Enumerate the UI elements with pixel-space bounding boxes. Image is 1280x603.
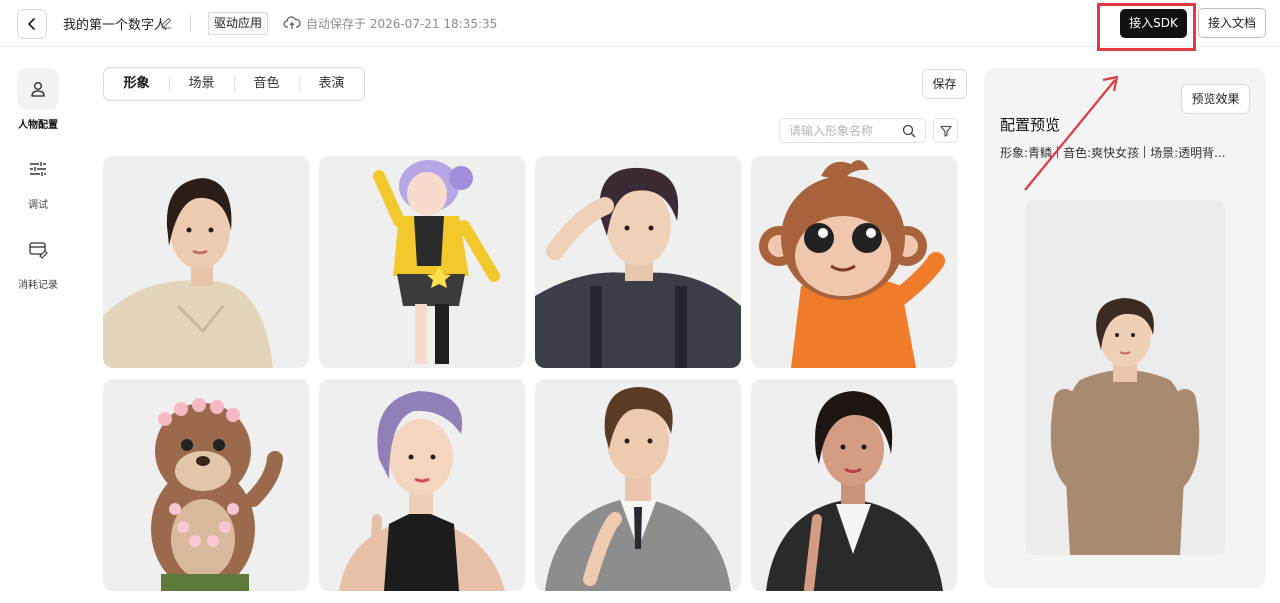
avatar-woman-blazer-image <box>766 391 943 591</box>
sidebar-item-debug[interactable]: 调试 <box>0 148 76 211</box>
connect-sdk-button[interactable]: 接入SDK <box>1120 9 1187 38</box>
appearance-label: 形象: <box>1000 146 1029 160</box>
avatar-woman-image <box>103 178 273 368</box>
autosave-status: 自动保存于 2026-07-21 18:35:35 <box>306 17 498 31</box>
scene-label: 场景: <box>1150 146 1179 160</box>
preview-stage <box>1025 200 1225 555</box>
avatar-card[interactable] <box>319 156 525 368</box>
sidebar-icon-wrap <box>17 68 59 110</box>
back-button[interactable] <box>17 9 47 39</box>
preview-title: 配置预览 <box>1000 116 1061 134</box>
save-button[interactable]: 保存 <box>922 69 967 99</box>
sidebar-icon-wrap <box>17 228 59 270</box>
sidebar-item-usage-records[interactable]: 消耗记录 <box>0 228 76 291</box>
connect-docs-button[interactable]: 接入文档 <box>1198 8 1266 38</box>
avatar-card[interactable] <box>103 379 309 591</box>
voice-label: 音色: <box>1063 146 1092 160</box>
avatar-man-suit-image <box>545 387 731 591</box>
filter-button[interactable] <box>933 118 958 143</box>
scene-value: 透明背... <box>1178 146 1226 160</box>
divider <box>1144 146 1146 158</box>
preview-effect-button[interactable]: 预览效果 <box>1181 84 1250 114</box>
preview-summary: 形象:青鳞 音色:爽快女孩 场景:透明背... <box>1000 144 1252 161</box>
cloud-sync-icon <box>283 16 301 29</box>
project-title[interactable]: 我的第一个数字人 <box>63 14 167 33</box>
divider <box>190 15 191 32</box>
config-tabs: 形象 场景 音色 表演 <box>103 67 365 101</box>
avatar-search-box <box>779 118 926 143</box>
sliders-icon <box>30 162 46 176</box>
search-input[interactable] <box>780 119 895 142</box>
avatar-card[interactable] <box>751 156 957 368</box>
avatar-anime-girl-image <box>373 160 500 364</box>
tab-performance[interactable]: 表演 <box>299 75 364 93</box>
tab-voice[interactable]: 音色 <box>234 75 299 93</box>
tab-appearance[interactable]: 形象 <box>104 75 169 93</box>
appearance-value: 青鳞 <box>1028 146 1053 160</box>
sidebar-item-character-config[interactable]: 人物配置 <box>0 68 76 131</box>
filter-icon <box>939 125 952 137</box>
card-record-icon <box>29 242 48 259</box>
sidebar-item-label: 人物配置 <box>18 120 58 131</box>
avatar-purple-hair-woman-image <box>339 391 505 591</box>
preview-avatar-image <box>1050 298 1200 555</box>
avatar-card[interactable] <box>535 379 741 591</box>
voice-value: 爽快女孩 <box>1091 146 1140 160</box>
sidebar-icon-wrap <box>17 148 59 190</box>
edit-icon[interactable] <box>160 16 173 29</box>
config-preview-panel: 预览效果 配置预览 形象:青鳞 音色:爽快女孩 场景:透明背... <box>984 68 1266 588</box>
sidebar-item-label: 调试 <box>28 200 48 211</box>
search-icon[interactable] <box>902 124 916 138</box>
drive-app-tag: 驱动应用 <box>208 12 269 35</box>
tab-scene[interactable]: 场景 <box>169 75 234 93</box>
avatar-young-man-image <box>535 167 741 368</box>
top-header: 我的第一个数字人 驱动应用 自动保存于 2026-07-21 18:35:35 … <box>0 0 1280 51</box>
divider <box>1057 146 1059 158</box>
avatar-card[interactable] <box>103 156 309 368</box>
avatar-card[interactable] <box>535 156 741 368</box>
avatar-monkey-image <box>759 160 945 368</box>
sidebar-item-label: 消耗记录 <box>18 280 58 291</box>
avatar-card[interactable] <box>751 379 957 591</box>
avatar-card[interactable] <box>319 379 525 591</box>
avatar-otter-image <box>151 398 283 591</box>
chevron-left-icon <box>28 18 35 30</box>
person-icon <box>31 82 45 97</box>
